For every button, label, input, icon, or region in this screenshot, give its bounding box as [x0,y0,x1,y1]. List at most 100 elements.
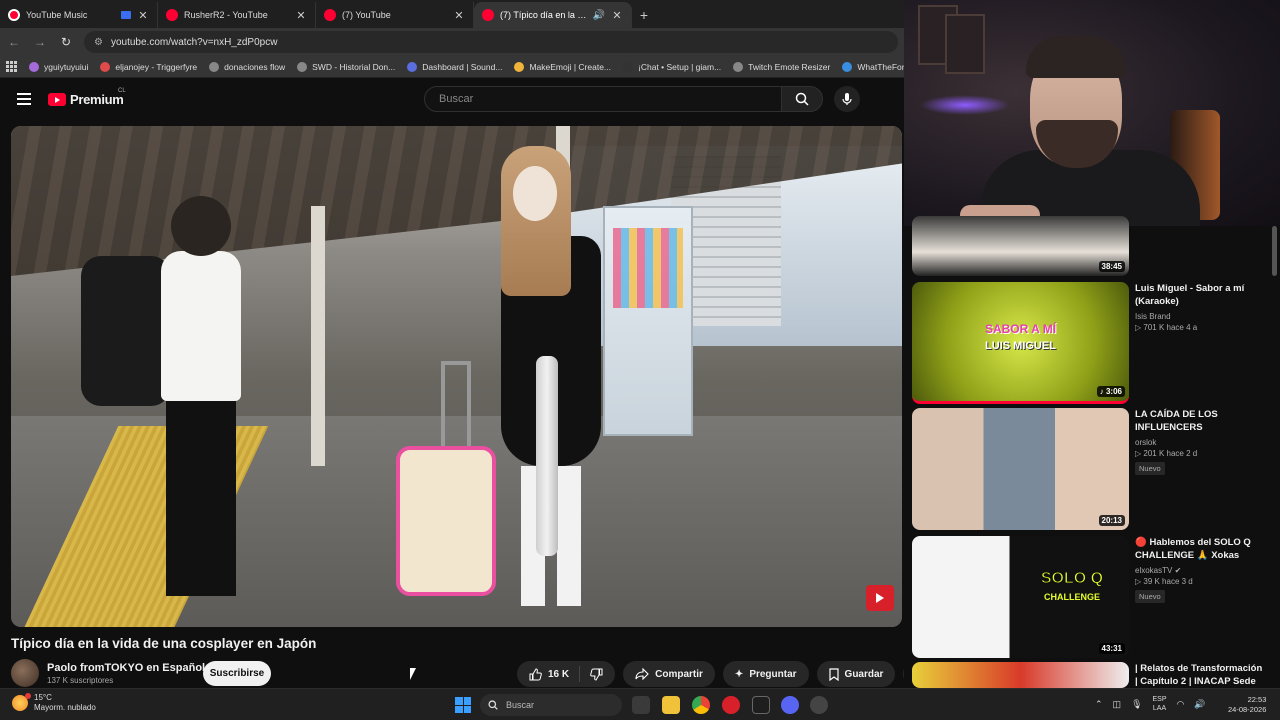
bookmark-item[interactable]: yguiytuyuiui [29,61,88,72]
volume-icon[interactable]: 🔊 [1194,699,1205,710]
bookmark-item[interactable]: Twitch Emote Resizer [733,61,830,72]
url-field[interactable]: ⚙ youtube.com/watch?v=nxH_zdP0pcw [84,31,898,53]
duration-badge: ♪ 3:06 [1096,386,1125,397]
recommendation-info: 🔴 Hablemos del SOLO Q CHALLENGE 🙏 Xokas … [1135,536,1265,658]
subscribe-watermark-icon[interactable] [866,585,894,611]
recommendation-channel[interactable]: elxokasTV ✔ [1135,566,1265,575]
recommendation-channel[interactable]: Isis Brand [1135,312,1265,321]
search-icon [795,92,809,106]
task-view-icon[interactable] [632,696,650,714]
video-thumbnail[interactable]: SABOR A MÍ LUIS MIGUEL ♪ 3:06 [912,282,1129,404]
ask-label: Preguntar [749,668,797,680]
video-thumbnail[interactable] [912,662,1129,688]
url-text: youtube.com/watch?v=nxH_zdP0pcw [110,36,278,48]
subscribe-button[interactable]: Suscribirse [203,661,271,686]
windows-start-icon[interactable] [455,697,471,713]
recommendation-title[interactable]: LA CAÍDA DE LOS INFLUENCERS [1135,408,1265,434]
close-icon[interactable]: ✕ [453,9,465,22]
bookmark-item[interactable]: SWD - Historial Don... [297,61,395,72]
video-player[interactable] [11,126,902,627]
back-icon[interactable]: ← [6,35,22,49]
recommendation-meta: ▷ 201 K hace 2 d [1135,449,1198,458]
search-button[interactable] [781,86,823,112]
wifi-icon[interactable]: ◠ [1177,699,1185,710]
menu-icon[interactable] [17,93,31,105]
ask-button[interactable]: ✦ Preguntar [722,661,809,687]
video-thumbnail[interactable]: 20:13 [912,408,1129,530]
clock[interactable]: 22:53 24-08-2026 [1228,695,1266,715]
bookmark-item[interactable]: WhatTheFont Font |... [842,61,904,72]
forward-icon[interactable]: → [32,35,48,49]
tab-current-video[interactable]: (7) Típico día en la vida de una cosplay… [474,2,632,28]
recommendation-item[interactable]: SABOR A MÍ LUIS MIGUEL ♪ 3:06 Luis Migue… [912,282,1265,404]
tab-youtube-home[interactable]: (7) YouTube ✕ [316,2,474,28]
bookmark-item[interactable]: Dashboard | Sound... [407,61,502,72]
video-actions: 16 K Compartir ✦ Preguntar Guardar ••• [517,661,930,687]
file-explorer-icon[interactable] [662,696,680,714]
discord-icon[interactable] [781,696,799,714]
video-thumbnail[interactable]: SOLO Q CHALLENGE 43:31 [912,536,1129,658]
close-icon[interactable]: ✕ [611,9,623,22]
search-input[interactable]: Buscar [424,86,782,112]
reload-icon[interactable]: ↻ [58,35,74,49]
obs-icon[interactable] [722,696,740,714]
language-layout: LAA [1152,705,1167,712]
channel-name[interactable]: Paolo fromTOKYO en Español [47,662,205,674]
chevron-up-icon[interactable]: ⌃ [1095,699,1103,710]
chrome-icon[interactable] [692,696,710,714]
tab-rusherr2[interactable]: RusherR2 - YouTube ✕ [158,2,316,28]
recommendation-channel[interactable]: orslok [1135,438,1265,447]
sparkle-icon: ✦ [734,668,744,680]
share-label: Compartir [655,668,703,680]
recommendation-info: | Relatos de Transformación | Capítulo 2… [1135,662,1265,688]
bookmark-item[interactable]: ¡Chat • Setup | giam... [623,61,721,72]
video-scene-suitcase-handle [441,361,471,451]
language-code: ESP [1152,696,1167,703]
taskbar-search[interactable]: Buscar [480,694,622,716]
bookmark-item[interactable]: donaciones flow [209,61,285,72]
speaker-icon[interactable]: 🔊 [593,10,605,21]
like-dislike-group: 16 K [517,661,616,687]
subscriber-count: 137 K suscriptores [47,675,114,685]
close-icon[interactable]: ✕ [137,9,149,22]
app-icon[interactable] [810,696,828,714]
site-info-icon[interactable]: ⚙ [94,37,103,48]
apps-grid-icon[interactable] [6,61,17,72]
recommendation-item[interactable]: | Relatos de Transformación | Capítulo 2… [912,662,1265,688]
scrollbar-thumb[interactable] [1272,226,1277,276]
microphone-icon [842,93,852,105]
duration-badge: 43:31 [1098,643,1125,654]
weather-widget[interactable]: 15°C Mayorm. nublado [12,693,96,713]
recommendation-title[interactable]: | Relatos de Transformación | Capítulo 2… [1135,662,1265,688]
dislike-button[interactable] [580,668,615,681]
microphone-icon[interactable]: 🎙 [1131,699,1142,710]
tab-title: (7) YouTube [342,10,391,20]
taskbar: 15°C Mayorm. nublado Buscar ⌃ ◫ 🎙 ESP LA… [0,688,1280,720]
screen-share-icon [121,11,131,19]
language-indicator[interactable]: ESP LAA [1153,695,1167,713]
tab-youtube-music[interactable]: YouTube Music ✕ [0,2,158,28]
thumbnail-text: SABOR A MÍ [984,322,1057,336]
scrollbar[interactable] [1271,226,1278,686]
avatar[interactable] [11,659,39,687]
youtube-logo[interactable]: Premium CL [48,88,126,107]
recommendation-item[interactable]: 38:45 [912,216,1129,276]
voice-search-button[interactable] [834,86,860,112]
network-icon[interactable]: ◫ [1113,699,1122,710]
recommendation-title[interactable]: Luis Miguel - Sabor a mí (Karaoke) [1135,282,1265,308]
recommendation-item[interactable]: SOLO Q CHALLENGE 43:31 🔴 Hablemos del SO… [912,536,1265,658]
save-button[interactable]: Guardar [816,661,896,687]
close-icon[interactable]: ✕ [295,9,307,22]
address-bar-row: ← → ↻ ⚙ youtube.com/watch?v=nxH_zdP0pcw [0,28,904,56]
like-button[interactable]: 16 K [517,666,581,682]
capcut-icon[interactable] [752,696,770,714]
tab-title: YouTube Music [26,10,88,20]
bookmark-item[interactable]: eljanojey - Triggerfyre [100,61,197,72]
country-code: CL [118,88,126,94]
bookmark-item[interactable]: MakeEmoji | Create... [514,61,611,72]
share-button[interactable]: Compartir [623,661,715,687]
video-thumbnail[interactable]: 38:45 [912,216,1129,276]
recommendation-item[interactable]: 20:13 LA CAÍDA DE LOS INFLUENCERS orslok… [912,408,1265,530]
recommendation-title[interactable]: 🔴 Hablemos del SOLO Q CHALLENGE 🙏 Xokas [1135,536,1265,562]
new-tab-button[interactable]: + [632,2,656,28]
